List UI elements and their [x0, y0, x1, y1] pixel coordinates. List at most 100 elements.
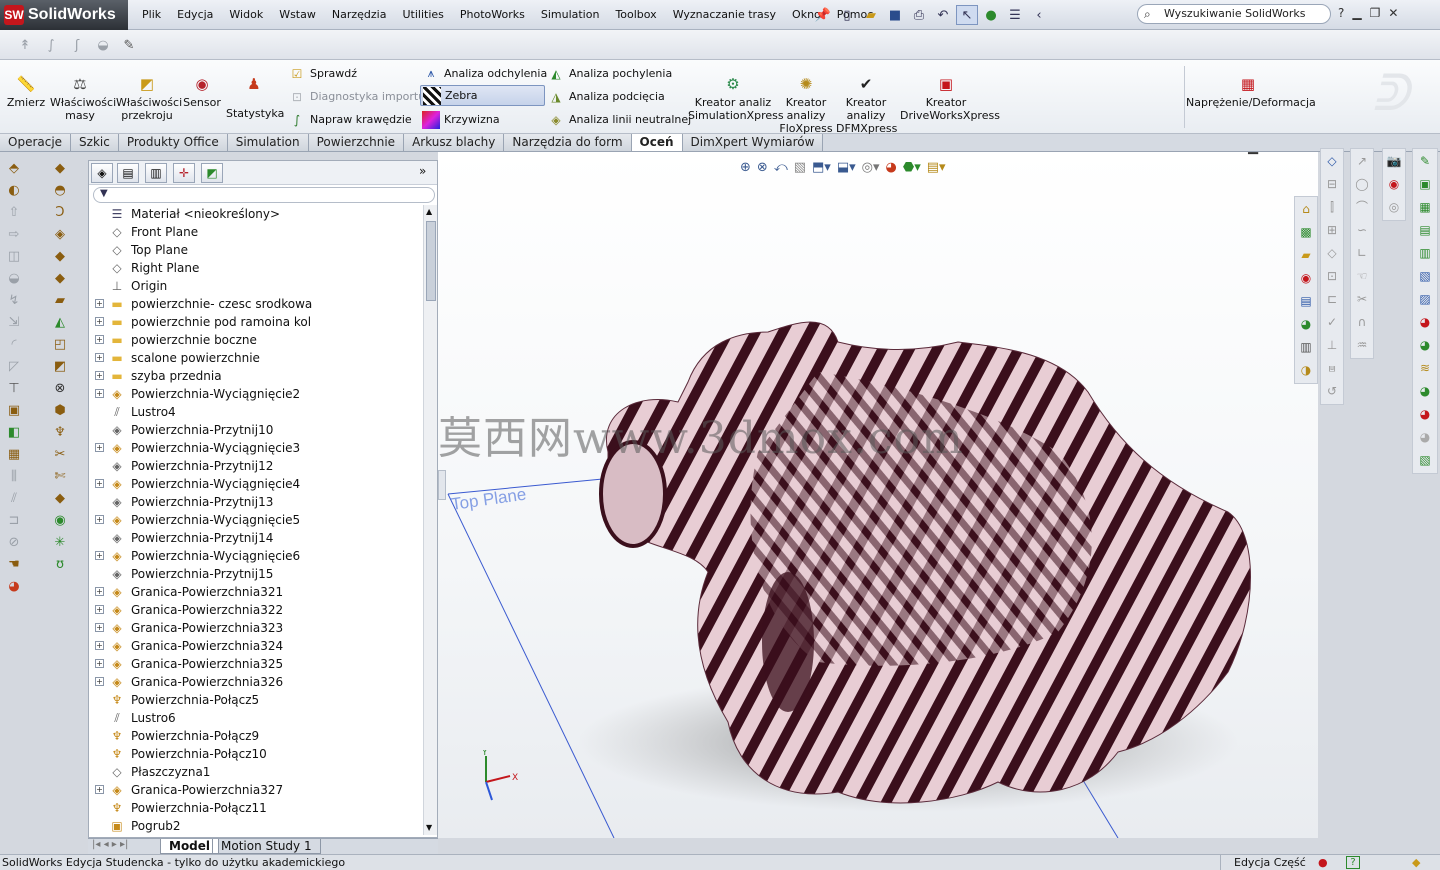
planar-surface-tool-icon[interactable]: ▰: [51, 292, 69, 310]
design-library-icon[interactable]: ▩: [1296, 222, 1316, 242]
screen-icon-1[interactable]: ▦: [1415, 197, 1435, 217]
tree-node[interactable]: + ▬ powierzchnie boczne: [89, 331, 419, 349]
model-viewport[interactable]: Top Plane: [438, 152, 1318, 838]
expand-plus-icon[interactable]: +: [95, 335, 104, 344]
menu-item[interactable]: Simulation: [533, 6, 608, 24]
edit-sketch-icon[interactable]: ✎: [1415, 151, 1435, 171]
tree-node[interactable]: ◈ Powierzchnia-Przytnij15: [89, 565, 419, 583]
search-task-icon[interactable]: ◉: [1296, 268, 1316, 288]
view-palette-icon[interactable]: ▤: [1296, 291, 1316, 311]
sketch-line-icon[interactable]: ↗: [1352, 151, 1372, 171]
tree-node[interactable]: ◇ Top Plane: [89, 241, 419, 259]
minimize-icon[interactable]: ▁: [1352, 6, 1361, 20]
tree-node[interactable]: ⫽ Lustro4: [89, 403, 419, 421]
view-settings-icon[interactable]: ▤▾: [927, 160, 946, 175]
corner-icon[interactable]: ∟: [1352, 243, 1372, 263]
expand-plus-icon[interactable]: +: [95, 515, 104, 524]
display-manager-tab-icon[interactable]: ◩: [201, 163, 223, 183]
extrude-boss-icon[interactable]: ⬘: [5, 160, 23, 178]
appearance-1-icon[interactable]: ◕: [1415, 381, 1435, 401]
chevron-left-icon[interactable]: ‹: [1028, 5, 1050, 25]
expand-plus-icon[interactable]: +: [95, 551, 104, 560]
parting-line-analysis-button[interactable]: ◈ Analiza linii neutralnej: [545, 109, 697, 130]
menu-item[interactable]: Widok: [221, 6, 271, 24]
deviation-analysis-button[interactable]: ⩚ Analiza odchylenia: [420, 63, 553, 84]
tree-node[interactable]: ◈ Powierzchnia-Przytnij10: [89, 421, 419, 439]
surface-sweep-tool-icon[interactable]: Ↄ: [51, 204, 69, 222]
menu-item[interactable]: PhotoWorks: [452, 6, 533, 24]
doc-restore-icon[interactable]: ❐: [1270, 152, 1282, 155]
menu-item[interactable]: Toolbox: [607, 6, 664, 24]
tab-operacje[interactable]: Operacje: [0, 134, 72, 151]
photoworks-icon[interactable]: ◑: [1296, 360, 1316, 380]
rebuild-status-icon[interactable]: ●: [1318, 855, 1328, 870]
tree-node[interactable]: + ◈ Powierzchnia-Wyciągnięcie6: [89, 547, 419, 565]
sweep-cut-icon[interactable]: ↯: [5, 292, 23, 310]
feature-tree-scrollbar[interactable]: ▲ ▼: [423, 205, 437, 835]
dome-icon[interactable]: ◕: [5, 578, 23, 596]
display-icon[interactable]: ▣: [1415, 174, 1435, 194]
feature-tree-tab-icon[interactable]: ◈: [91, 163, 113, 183]
help-status-icon[interactable]: ?: [1346, 856, 1360, 869]
tree-node[interactable]: + ◈ Granica-Powierzchnia322: [89, 601, 419, 619]
tab-produkty-office[interactable]: Produkty Office: [118, 134, 228, 151]
expand-plus-icon[interactable]: +: [95, 389, 104, 398]
floxpress-button[interactable]: ✺ Kreator analizy FloXpress: [778, 74, 834, 135]
expand-plus-icon[interactable]: +: [95, 353, 104, 362]
edit-appearance-icon[interactable]: ◕: [886, 160, 897, 175]
reference-geometry-tool-icon[interactable]: ✳: [51, 534, 69, 552]
solidworks-logo[interactable]: SW SolidWorks: [0, 0, 128, 30]
tree-node[interactable]: + ◈ Powierzchnia-Wyciągnięcie3: [89, 439, 419, 457]
rib-icon[interactable]: ⊤: [5, 380, 23, 398]
feature-filter-input[interactable]: ▼: [93, 187, 435, 203]
file-explorer-icon[interactable]: ▰: [1296, 245, 1316, 265]
revolve-boss-icon[interactable]: ◐: [5, 182, 23, 200]
check-button[interactable]: ☑ Sprawdź: [286, 63, 363, 84]
home-icon[interactable]: ⌂: [1296, 199, 1316, 219]
tree-node[interactable]: ▣ Pogrub2: [89, 817, 419, 835]
vertical-dim-icon[interactable]: ⫿: [1322, 197, 1342, 217]
expand-plus-icon[interactable]: +: [95, 659, 104, 668]
section-properties-button[interactable]: ◩ Właściwości przekroju: [116, 74, 182, 122]
expand-plus-icon[interactable]: +: [95, 623, 104, 632]
screen-icon-4[interactable]: ▧: [1415, 266, 1435, 286]
tolerance-icon[interactable]: ↺: [1322, 381, 1342, 401]
scroll-up-icon[interactable]: ▲: [426, 207, 432, 216]
tree-node[interactable]: ◈ Powierzchnia-Przytnij12: [89, 457, 419, 475]
doc-close-icon[interactable]: ✕: [1294, 152, 1305, 155]
close-icon[interactable]: ✕: [1388, 6, 1398, 20]
mirror-icon[interactable]: ⫼: [5, 468, 23, 486]
menu-item[interactable]: Narzędzia: [324, 6, 395, 24]
hide-show-icon[interactable]: ◎▾: [862, 160, 880, 175]
surface-extrude-tool-icon[interactable]: ◆: [51, 160, 69, 178]
chain-dim-icon[interactable]: ⊡: [1322, 266, 1342, 286]
radial-dim-icon[interactable]: ✓: [1322, 312, 1342, 332]
search-input[interactable]: ⌕ Wyszukiwanie SolidWorks: [1137, 4, 1331, 24]
measure-button[interactable]: 📏 Zmierz: [6, 74, 46, 109]
menu-item[interactable]: Utilities: [394, 6, 451, 24]
custom-properties-icon[interactable]: ▥: [1296, 337, 1316, 357]
appearance-2-icon[interactable]: ◕: [1415, 404, 1435, 424]
surface-tool-icon[interactable]: ◒: [92, 35, 114, 55]
view-orientation-icon[interactable]: ⬒▾: [812, 160, 831, 175]
scroll-thumb[interactable]: [426, 221, 436, 301]
expand-plus-icon[interactable]: +: [95, 317, 104, 326]
expand-plus-icon[interactable]: +: [95, 641, 104, 650]
tree-node[interactable]: + ▬ szyba przednia: [89, 367, 419, 385]
pattern-icon[interactable]: ▦: [5, 446, 23, 464]
restore-icon[interactable]: ❐: [1370, 6, 1381, 20]
photo-tool-icon[interactable]: ✎: [118, 35, 140, 55]
tab-model[interactable]: Model: [160, 839, 220, 854]
knit-surface-tool-icon[interactable]: ♆: [51, 424, 69, 442]
expand-plus-icon[interactable]: +: [95, 677, 104, 686]
tree-node[interactable]: ☰ Materiał <nieokreślony>: [89, 205, 419, 223]
loft-boss-icon[interactable]: ⇨: [5, 226, 23, 244]
render-options-icon[interactable]: ◎: [1384, 197, 1404, 217]
reference-icon[interactable]: ⫽: [5, 490, 23, 508]
shell-icon[interactable]: ▣: [5, 402, 23, 420]
simulationxpress-button[interactable]: ⚙ Kreator analiz SimulationXpress: [688, 74, 784, 122]
configuration-manager-tab-icon[interactable]: ▥: [145, 163, 167, 183]
expand-plus-icon[interactable]: +: [95, 299, 104, 308]
tree-node[interactable]: ⊥ Origin: [89, 277, 419, 295]
menu-item[interactable]: Wstaw: [271, 6, 324, 24]
